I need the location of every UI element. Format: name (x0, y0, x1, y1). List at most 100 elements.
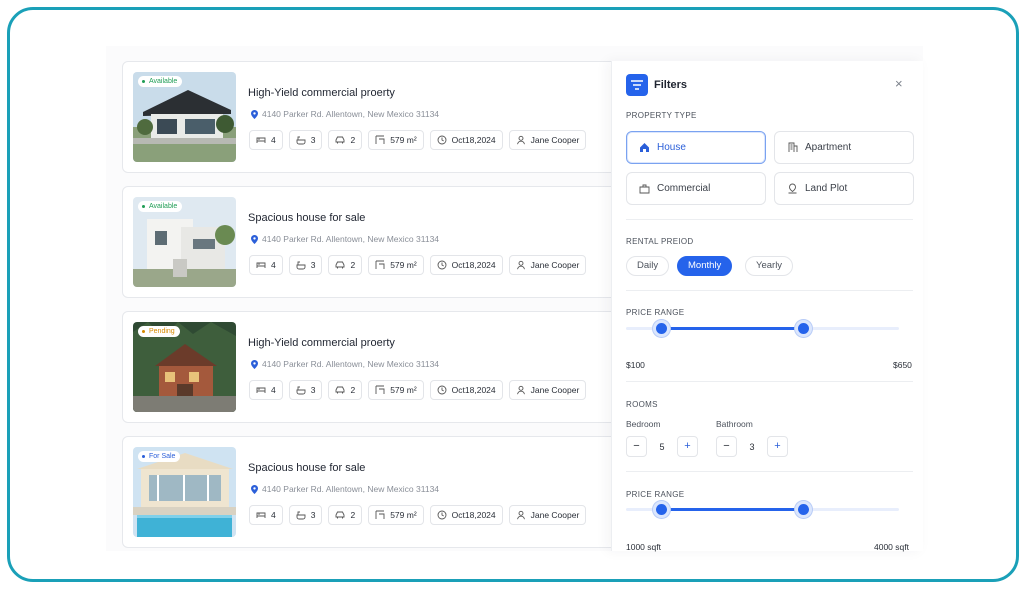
price-max-value: $650 (893, 360, 912, 370)
bathroom-increment-button[interactable]: + (767, 436, 788, 457)
address-text: 4140 Parker Rd. Allentown, New Mexico 31… (262, 359, 440, 369)
price-range-label: PRICE RANGE (626, 308, 685, 317)
property-type-label-text: House (657, 142, 686, 153)
area-chip: 579 m² (368, 255, 424, 275)
area-value: 579 m² (390, 260, 417, 270)
listing-title[interactable]: High-Yield commercial proerty (248, 337, 395, 349)
divider (626, 471, 913, 472)
beds-count: 4 (271, 510, 276, 520)
bedroom-increment-button[interactable]: + (677, 436, 698, 457)
area-chip: 579 m² (368, 130, 424, 150)
bathtub-icon (296, 136, 306, 145)
price-range-slider[interactable] (626, 320, 899, 337)
status-badge: For Sale (138, 451, 181, 462)
property-type-land-plot[interactable]: Land Plot (774, 172, 914, 205)
beds-chip: 4 (249, 255, 283, 275)
rental-period-label: RENTAL PREIOD (626, 237, 694, 246)
listing-card[interactable]: Available High-Yield commercial proerty … (122, 61, 622, 173)
filters-panel: Filters × PROPERTY TYPE House Apartment … (611, 61, 923, 552)
listing-title[interactable]: Spacious house for sale (248, 462, 365, 474)
listing-title[interactable]: Spacious house for sale (248, 212, 365, 224)
listing-specs: 4 3 2 579 m² Oct18,2024 Jane Cooper (249, 255, 587, 275)
bedroom-decrement-button[interactable]: − (626, 436, 647, 457)
location-pin-icon (251, 234, 258, 244)
garage-chip: 2 (328, 380, 363, 400)
listing-photo: Available (133, 197, 236, 287)
listing-card[interactable]: For Sale Spacious house for sale 4140 Pa… (122, 436, 622, 548)
agent-chip[interactable]: Jane Cooper (508, 380, 587, 400)
listing-photo: For Sale (133, 447, 236, 537)
bed-icon (256, 262, 266, 268)
user-icon (516, 385, 525, 395)
bed-icon (256, 387, 266, 393)
rental-period-monthly[interactable]: Monthly (677, 256, 733, 276)
baths-count: 3 (310, 385, 316, 395)
bed-icon (256, 137, 266, 143)
listing-address: 4140 Parker Rd. Allentown, New Mexico 31… (251, 359, 439, 369)
area-range-label: PRICE RANGE (626, 490, 685, 499)
status-badge: Available (138, 76, 183, 87)
property-type-commercial[interactable]: Commercial (626, 172, 766, 205)
area-range-fill (661, 508, 804, 511)
bedroom-label: Bedroom (626, 419, 661, 429)
car-icon (336, 136, 345, 144)
beds-chip: 4 (249, 130, 283, 150)
listing-date: Oct18,2024 (451, 510, 496, 520)
beds-count: 4 (271, 260, 276, 270)
app-canvas: Available High-Yield commercial proerty … (106, 46, 923, 552)
address-text: 4140 Parker Rd. Allentown, New Mexico 31… (262, 109, 440, 119)
rental-period-yearly[interactable]: Yearly (745, 256, 794, 276)
area-chip: 579 m² (368, 505, 424, 525)
agent-chip[interactable]: Jane Cooper (508, 130, 587, 150)
area-value: 579 m² (390, 385, 417, 395)
listing-address: 4140 Parker Rd. Allentown, New Mexico 31… (251, 484, 439, 494)
agent-chip[interactable]: Jane Cooper (508, 505, 587, 525)
listing-title[interactable]: High-Yield commercial proerty (248, 87, 395, 99)
rental-period-daily[interactable]: Daily (626, 256, 670, 276)
user-icon (516, 135, 525, 145)
baths-chip: 3 (288, 380, 323, 400)
listing-card[interactable]: Available Spacious house for sale 4140 P… (122, 186, 622, 298)
divider (626, 381, 913, 382)
home-icon (640, 143, 649, 152)
bathroom-decrement-button[interactable]: − (716, 436, 737, 457)
beds-count: 4 (271, 135, 276, 145)
agent-name: Jane Cooper (530, 135, 580, 145)
listing-address: 4140 Parker Rd. Allentown, New Mexico 31… (251, 109, 439, 119)
location-pin-icon (251, 109, 258, 119)
status-badge: Pending (138, 326, 180, 337)
garage-count: 2 (350, 510, 356, 520)
listing-date: Oct18,2024 (451, 260, 496, 270)
area-icon (375, 385, 385, 394)
clock-icon (437, 260, 447, 270)
location-pin-icon (251, 484, 258, 494)
close-icon[interactable]: × (895, 76, 903, 91)
listing-photo: Available (133, 72, 236, 162)
area-chip: 579 m² (368, 380, 424, 400)
garage-count: 2 (350, 135, 356, 145)
listing-card[interactable]: Pending High-Yield commercial proerty 41… (122, 311, 622, 423)
area-value: 579 m² (390, 510, 417, 520)
car-icon (336, 386, 345, 394)
listing-specs: 4 3 2 579 m² Oct18,2024 Jane Cooper (249, 380, 587, 400)
area-min-value: 1000 sqft (626, 542, 661, 552)
price-min-handle[interactable] (653, 320, 671, 337)
area-max-handle[interactable] (795, 501, 813, 518)
filters-title: Filters (654, 79, 688, 91)
garage-chip: 2 (328, 130, 363, 150)
address-text: 4140 Parker Rd. Allentown, New Mexico 31… (262, 484, 440, 494)
baths-chip: 3 (288, 130, 323, 150)
agent-name: Jane Cooper (530, 510, 580, 520)
area-range-slider[interactable] (626, 501, 899, 518)
property-type-apartment[interactable]: Apartment (774, 131, 914, 164)
price-max-handle[interactable] (795, 320, 813, 337)
property-type-label-text: Commercial (657, 183, 711, 194)
bathroom-label: Bathroom (716, 419, 753, 429)
area-min-handle[interactable] (653, 501, 671, 518)
clock-icon (437, 510, 447, 520)
property-type-house[interactable]: House (626, 131, 766, 164)
listing-specs: 4 3 2 579 m² Oct18,2024 Jane Cooper (249, 130, 587, 150)
agent-chip[interactable]: Jane Cooper (508, 255, 587, 275)
briefcase-icon (639, 184, 650, 194)
rooms-label: ROOMS (626, 400, 658, 409)
